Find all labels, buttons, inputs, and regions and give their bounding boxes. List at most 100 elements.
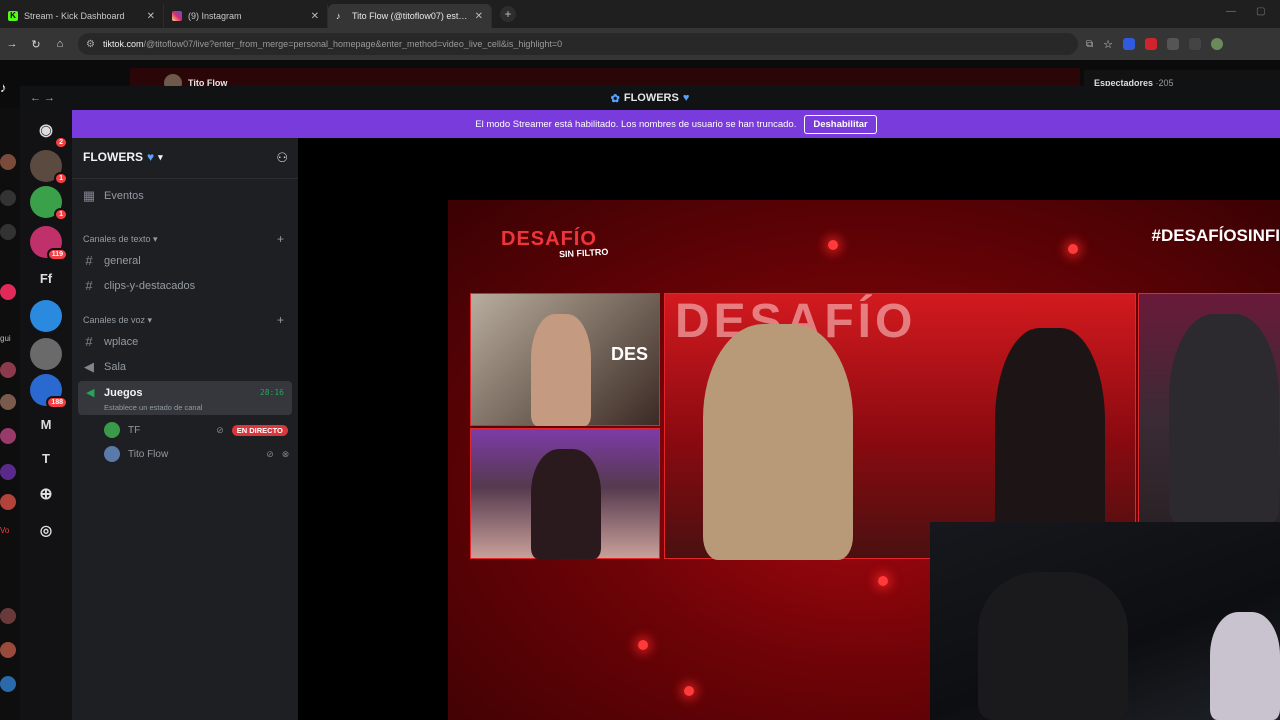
voice-user[interactable]: Tito Flow ⊘ ⊗ [104, 446, 289, 462]
channel-clips-y-destacados[interactable]: # clips-y-destacados [82, 278, 195, 293]
speaker-icon: ◀ [84, 359, 94, 374]
muted-mic-icon: ⊘ [266, 448, 274, 459]
webcam-overlay [930, 522, 1280, 720]
create-channel-icon[interactable]: + [277, 232, 284, 246]
discord-home-icon[interactable]: ◉ 2 [30, 114, 68, 149]
direct-message-avatar[interactable]: 1 [30, 186, 68, 221]
followed-avatar[interactable] [0, 190, 16, 206]
server-icon[interactable] [30, 300, 62, 332]
followed-avatar[interactable] [0, 642, 16, 658]
discord-titlebar: ← → ✿ FLOWERS ♥ [20, 86, 1280, 110]
events-item[interactable]: ▦ Eventos [82, 188, 144, 204]
profile-avatar[interactable] [1211, 38, 1224, 50]
person-figure [531, 449, 601, 559]
channel-wplace[interactable]: # wplace [82, 334, 138, 349]
muted-mic-icon: ⊘ [216, 424, 224, 435]
server-icon[interactable] [30, 338, 62, 370]
followed-avatar[interactable] [0, 224, 16, 240]
browser-tab-bar: K Stream - Kick Dashboard ✕ (9) Instagra… [0, 0, 1280, 28]
tab-title: (9) Instagram [188, 11, 242, 21]
followed-avatar[interactable] [0, 494, 16, 510]
forward-icon[interactable]: → [0, 38, 24, 50]
followed-avatar[interactable] [0, 362, 16, 378]
server-name-header[interactable]: FLOWERS ♥ ▾ [83, 150, 163, 164]
channel-name: clips-y-destacados [104, 279, 196, 292]
deafened-icon: ⊗ [281, 448, 290, 459]
user-avatar [104, 446, 120, 462]
server-icon-m[interactable]: M [30, 408, 62, 440]
blue-heart-icon: ♥ [682, 92, 690, 104]
channel-name: Sala [104, 361, 127, 373]
notification-badge: 1 [54, 172, 68, 185]
tiktok-sidebar: gui Vo [0, 108, 20, 720]
user-name: TF [128, 424, 141, 436]
address-bar[interactable]: ⚙ tiktok.com/@titoflow07/live?enter_from… [78, 33, 1078, 55]
reload-icon[interactable]: ↻ [24, 38, 48, 51]
media-control-icon[interactable] [1189, 38, 1202, 50]
bookmark-star-icon[interactable]: ☆ [1103, 38, 1113, 51]
create-channel-icon[interactable]: + [277, 313, 284, 327]
invite-people-icon[interactable]: ⚇ [276, 150, 288, 166]
hash-icon: # [85, 253, 93, 268]
server-icon-t[interactable]: T [30, 442, 62, 474]
tiktok-logo-icon[interactable]: ♪ [0, 80, 7, 95]
tab-kick-dashboard[interactable]: K Stream - Kick Dashboard ✕ [0, 4, 164, 28]
person-figure [1169, 314, 1279, 526]
followed-avatar[interactable] [0, 608, 16, 624]
disable-streamer-mode-button[interactable]: Deshabilitar [804, 114, 877, 134]
direct-message-avatar[interactable]: 1 [30, 150, 68, 185]
stage-light [684, 686, 694, 696]
home-icon[interactable]: ⌂ [48, 38, 72, 50]
channel-sala[interactable]: ◀ Sala [82, 359, 126, 375]
channel-juegos[interactable]: ◀ Juegos Establece un estado de canal 28… [78, 381, 292, 415]
followed-avatar[interactable] [0, 394, 16, 410]
server-icon[interactable]: 119 [30, 226, 68, 261]
back-forward-icon[interactable]: ← → [30, 92, 55, 104]
close-tab-icon[interactable]: ✕ [147, 11, 155, 22]
extension-icon[interactable] [1145, 38, 1158, 50]
new-tab-button[interactable]: + [500, 6, 516, 22]
user-name: Tito Flow [128, 448, 169, 460]
server-icon: ✿ [610, 92, 620, 105]
maximize-icon[interactable]: ▢ [1256, 6, 1265, 17]
followed-avatar[interactable] [0, 284, 16, 300]
close-tab-icon[interactable]: ✕ [311, 11, 319, 22]
voice-user[interactable]: TF ⊘ EN DIRECTO [104, 422, 288, 438]
hash-icon: # [85, 278, 93, 293]
translate-icon[interactable]: ⧉ [1086, 39, 1093, 50]
tab-tiktok[interactable]: ♪ Tito Flow (@titoflow07) está EN ✕ [328, 4, 492, 28]
channel-name: wplace [104, 335, 139, 348]
sidebar-text: Vo [0, 526, 10, 535]
followed-avatar[interactable] [0, 464, 16, 480]
followed-avatar[interactable] [0, 428, 16, 444]
discover-icon[interactable]: ◎ [30, 514, 62, 546]
video-panel: DESAFÍO [664, 293, 1136, 560]
channel-general[interactable]: # general [82, 253, 140, 268]
stage-light [638, 640, 648, 650]
notification-badge: 2 [54, 136, 68, 149]
voice-channels-category[interactable]: Canales de voz ▾ [83, 315, 152, 326]
user-avatar [104, 422, 120, 438]
tab-title: Stream - Kick Dashboard [24, 11, 125, 21]
channel-status[interactable]: Establece un estado de canal [104, 403, 202, 412]
extension-icon[interactable] [1123, 38, 1136, 50]
tab-title: Tito Flow (@titoflow07) está EN [352, 11, 469, 21]
notification-badge: 1 [54, 208, 68, 221]
site-info-icon[interactable]: ⚙ [86, 39, 95, 50]
close-tab-icon[interactable]: ✕ [475, 11, 483, 22]
extensions-puzzle-icon[interactable] [1167, 38, 1180, 50]
browser-toolbar: → ↻ ⌂ ⚙ tiktok.com/@titoflow07/live?ente… [0, 28, 1280, 60]
minimize-icon[interactable]: — [1226, 6, 1236, 17]
text-channels-category[interactable]: Canales de texto ▾ [83, 234, 158, 245]
followed-avatar[interactable] [0, 676, 16, 692]
speaker-icon: ◀ [86, 387, 95, 399]
tab-instagram[interactable]: (9) Instagram ✕ [164, 4, 328, 28]
add-server-icon[interactable]: ⊕ [30, 478, 62, 510]
window-title-text: FLOWERS [623, 92, 679, 104]
show-logo-subtitle: SIN FILTRO [558, 246, 609, 260]
kick-icon: K [8, 11, 18, 21]
server-icon-ff[interactable]: Ff [30, 262, 62, 294]
server-icon[interactable]: 188 [30, 374, 68, 409]
followed-avatar[interactable] [0, 154, 16, 170]
person-figure [703, 324, 853, 560]
